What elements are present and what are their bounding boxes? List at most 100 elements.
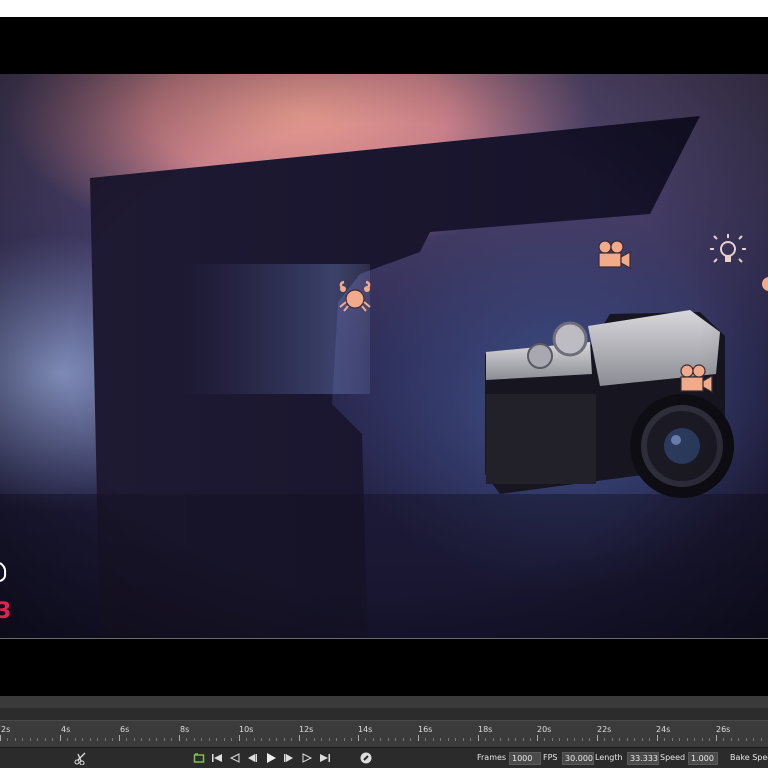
minor-tick (574, 738, 575, 741)
minor-tick (224, 738, 225, 741)
tick-label: 18s (478, 725, 493, 734)
minor-tick (90, 738, 91, 741)
frames-label: Frames (477, 753, 507, 762)
major-tick (716, 735, 717, 741)
minor-tick (694, 738, 695, 741)
minor-tick (455, 738, 456, 741)
minor-tick (500, 738, 501, 741)
minor-tick (314, 738, 315, 741)
tick-label: 10s (239, 725, 254, 734)
major-tick (299, 735, 300, 741)
minor-tick (149, 738, 150, 741)
next-key-icon[interactable] (301, 751, 313, 765)
movie-camera-icon[interactable] (596, 240, 632, 274)
minor-tick (463, 738, 464, 741)
speed-field[interactable]: 1.000 (688, 752, 718, 765)
minor-tick (544, 738, 545, 741)
go-end-icon[interactable] (319, 751, 331, 765)
minor-tick (731, 738, 732, 741)
minor-tick (7, 738, 8, 741)
major-tick (358, 735, 359, 741)
minor-tick (589, 738, 590, 741)
timeline-track[interactable] (0, 708, 768, 720)
fps-field[interactable]: 30.000 (562, 752, 594, 765)
go-start-icon[interactable] (211, 751, 223, 765)
step-back-icon[interactable] (246, 751, 258, 765)
minor-tick (284, 738, 285, 741)
minor-tick (672, 738, 673, 741)
minor-tick (664, 738, 665, 741)
scene-artwork (0, 74, 768, 639)
minor-tick (515, 738, 516, 741)
major-tick (597, 735, 598, 741)
play-icon[interactable] (264, 751, 278, 765)
minor-tick (403, 738, 404, 741)
speed-label: Speed (660, 753, 686, 762)
step-forward-icon[interactable] (283, 751, 295, 765)
minor-tick (171, 738, 172, 741)
minor-tick (388, 738, 389, 741)
minor-tick (126, 738, 127, 741)
minor-tick (37, 738, 38, 741)
minor-tick (380, 738, 381, 741)
frame-counter: 3 (0, 599, 12, 624)
minor-tick (22, 738, 23, 741)
tick-label: 6s (120, 725, 130, 734)
minor-tick (619, 738, 620, 741)
prev-key-icon[interactable] (229, 751, 241, 765)
major-tick (60, 735, 61, 741)
minor-tick (254, 738, 255, 741)
compass-icon[interactable] (359, 751, 373, 765)
minor-tick (365, 738, 366, 741)
minor-tick (164, 738, 165, 741)
minor-tick (634, 738, 635, 741)
minor-tick (276, 738, 277, 741)
frames-field[interactable]: 1000 (509, 752, 541, 765)
fps-label: FPS (543, 753, 558, 762)
minor-tick (627, 738, 628, 741)
bake-speed-label[interactable]: Bake Spee (730, 753, 768, 762)
light-bulb-icon[interactable] (708, 232, 748, 274)
minor-tick (75, 738, 76, 741)
letterbox-top (0, 17, 768, 74)
minor-tick (112, 738, 113, 741)
audio-icon[interactable] (0, 561, 8, 587)
minor-tick (141, 738, 142, 741)
minor-tick (753, 738, 754, 741)
minor-tick (269, 738, 270, 741)
tick-label: 4s (61, 725, 71, 734)
minor-tick (373, 738, 374, 741)
minor-tick (679, 738, 680, 741)
timeline-header (0, 696, 768, 708)
transport-bar: Frames 1000 FPS 30.000 Length 33.333 Spe… (0, 747, 768, 768)
length-field[interactable]: 33.333 (627, 752, 659, 765)
minor-tick (344, 738, 345, 741)
minor-tick (105, 738, 106, 741)
major-tick (657, 735, 658, 741)
minor-tick (336, 738, 337, 741)
minor-tick (738, 738, 739, 741)
major-tick (179, 735, 180, 741)
major-tick (119, 735, 120, 741)
scene-viewport[interactable]: 3 (0, 74, 768, 639)
minor-tick (321, 738, 322, 741)
minor-tick (493, 738, 494, 741)
crab-icon[interactable] (336, 280, 374, 318)
minor-tick (746, 738, 747, 741)
minor-tick (410, 738, 411, 741)
minor-tick (649, 738, 650, 741)
timeline-ruler[interactable]: 2s 4s 6s 8s 10s 12s 14s 16s 18s 20s 22s … (0, 720, 768, 747)
length-label: Length (595, 753, 623, 762)
minor-tick (201, 738, 202, 741)
minor-tick (351, 738, 352, 741)
scissors-icon[interactable] (74, 751, 88, 766)
partial-gizmo-icon[interactable] (760, 274, 768, 298)
major-tick (418, 735, 419, 741)
minor-tick (15, 738, 16, 741)
minor-tick (448, 738, 449, 741)
movie-camera-icon[interactable] (678, 364, 714, 398)
tick-label: 20s (537, 725, 552, 734)
minor-tick (470, 738, 471, 741)
loop-icon[interactable] (193, 751, 205, 765)
minor-tick (425, 738, 426, 741)
